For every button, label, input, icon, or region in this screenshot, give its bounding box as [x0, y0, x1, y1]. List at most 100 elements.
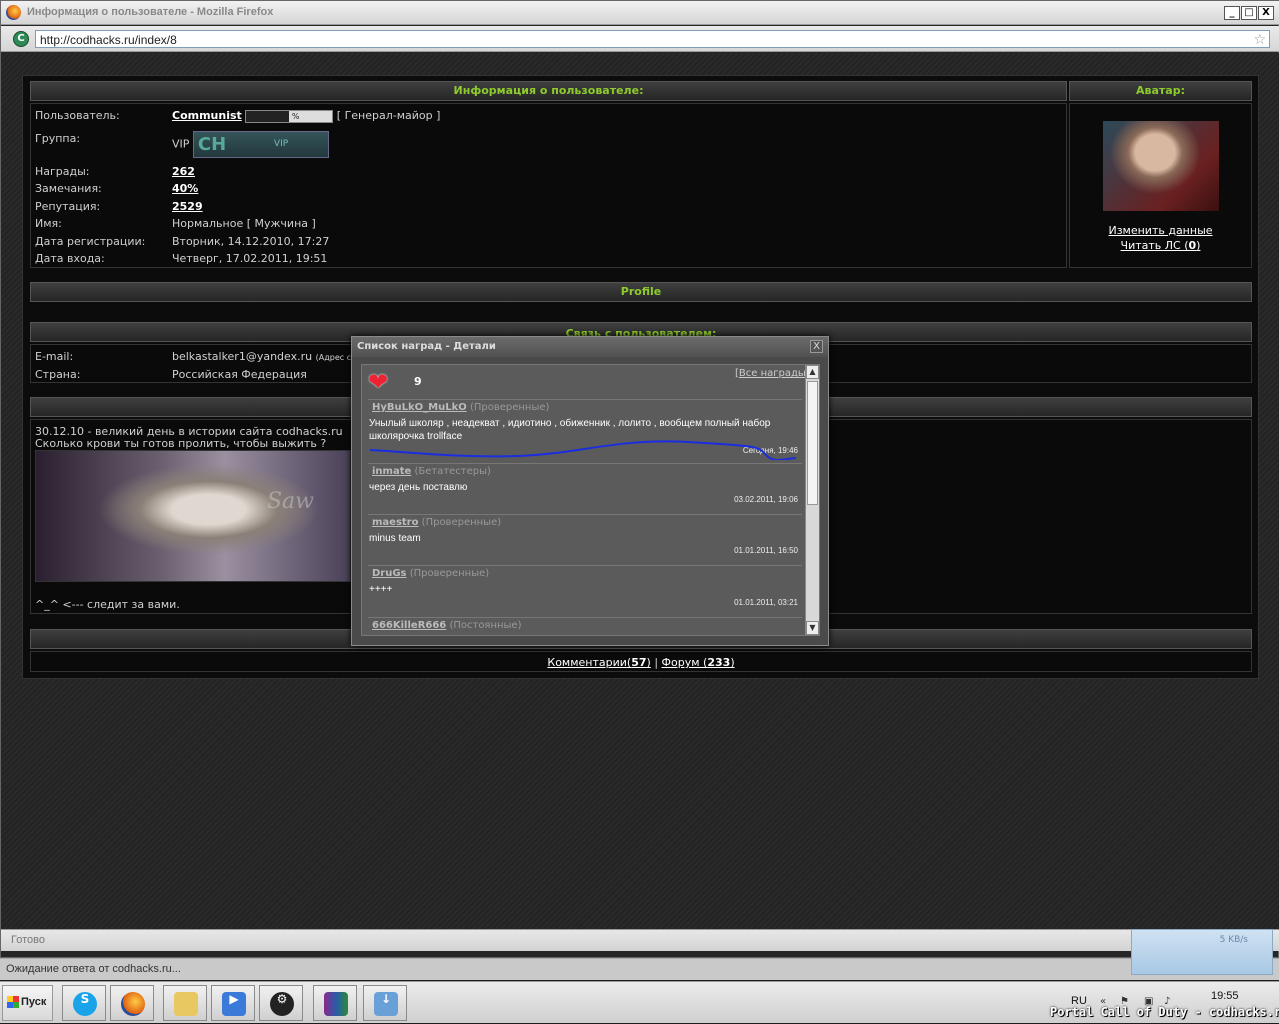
bookmark-star-icon[interactable]: ☆ — [1253, 32, 1266, 48]
download-taskbar-button[interactable]: ↓ — [363, 985, 407, 1021]
browser-window: Информация о пользователе - Mozilla Fire… — [0, 0, 1279, 958]
scroll-up-arrow-icon[interactable]: ▲ — [806, 365, 819, 379]
firefox-icon — [121, 992, 145, 1016]
email-note: (Адрес с — [315, 353, 352, 362]
awards-value: 262 — [172, 165, 195, 178]
login-date-label: Дата входа: — [35, 252, 105, 265]
address-bar: C http://codhacks.ru/index/8 ☆ — [1, 26, 1279, 52]
reputation-label: Репутация: — [35, 200, 101, 213]
vip-badge: CH VIP — [192, 131, 329, 158]
url-input[interactable]: http://codhacks.ru/index/8 — [35, 30, 1270, 48]
blue-scribble-mark — [369, 440, 797, 460]
review-user-link[interactable]: inmate — [372, 466, 411, 477]
dialog-scrollbar[interactable]: ▲ ▼ — [805, 365, 819, 635]
reg-date-label: Дата регистрации: — [35, 235, 146, 248]
download-icon: ↓ — [374, 992, 398, 1016]
email-value: belkastalker1@yandex.ru (Адрес с — [172, 350, 351, 363]
winrar-taskbar-button[interactable] — [313, 985, 357, 1021]
media-player-taskbar-button[interactable]: ▶ — [211, 985, 255, 1021]
list-item: DruGs (Проверенные) ++++ 01.01.2011, 03:… — [368, 565, 802, 615]
dialog-title: Список наград - Детали — [352, 337, 828, 357]
reputation-link[interactable]: 2529 — [172, 200, 203, 213]
user-info-header: Информация о пользователе: — [30, 81, 1067, 101]
email-label: E-mail: — [35, 350, 74, 363]
heart-icon: ❤ — [368, 368, 389, 396]
list-item: HyBuLkO_MuLkO (Проверенные) Унылый школя… — [368, 399, 802, 460]
steam-taskbar-button[interactable]: ⚙ — [259, 985, 303, 1021]
saw-banner-image: Saw — [35, 450, 351, 582]
folder-icon — [174, 992, 198, 1016]
review-text: ++++ — [369, 584, 393, 595]
edit-data-link[interactable]: Изменить данные — [1108, 224, 1212, 237]
rank-progress-bar: 10 % — [245, 109, 334, 123]
email-text: belkastalker1@yandex.ru — [172, 350, 313, 363]
review-user-link[interactable]: 666KilleR666 — [372, 620, 446, 631]
explorer-taskbar-button[interactable] — [163, 985, 207, 1021]
about-line-2: Сколько крови ты готов пролить, чтобы вы… — [35, 437, 327, 450]
status-bar: Готово — [1, 929, 1279, 951]
country-value: Российская Федерация — [172, 368, 307, 381]
review-user-link[interactable]: maestro — [372, 517, 418, 528]
firefox-taskbar-button[interactable] — [110, 985, 154, 1021]
windows-logo-icon — [7, 996, 19, 1009]
watermark: Portal Call of Duty - codhacks.ru — [1050, 1005, 1279, 1019]
network-speed: 5 KB/s — [1219, 935, 1248, 945]
about-footer: ^_^ <--- следит за вами. — [35, 598, 180, 611]
group-value: VIP CH VIP — [172, 131, 329, 158]
user-rank: [ Генерал-майор ] — [336, 109, 441, 122]
read-pm-row: Читать ЛС (0) — [1069, 239, 1252, 252]
dialog-close-button[interactable]: X — [810, 340, 823, 353]
review-author: inmate (Бетатестеры) — [372, 466, 491, 477]
review-user-link[interactable]: DruGs — [372, 568, 407, 579]
title-bar: Информация о пользователе - Mozilla Fire… — [1, 1, 1279, 25]
footer-separator: | — [654, 656, 659, 669]
country-label: Страна: — [35, 368, 81, 381]
close-button[interactable]: X — [1258, 6, 1274, 20]
review-author: 666KilleR666 (Постоянные) — [372, 620, 522, 631]
steam-icon: ⚙ — [270, 992, 294, 1016]
scroll-thumb[interactable] — [807, 381, 818, 505]
review-text: через день поставлю — [369, 482, 468, 493]
review-date: 01.01.2011, 16:50 — [734, 546, 798, 555]
maximize-button[interactable]: □ — [1241, 6, 1257, 20]
read-pm-link[interactable]: Читать ЛС (0) — [1121, 239, 1201, 252]
warnings-label: Замечания: — [35, 182, 102, 195]
warnings-link[interactable]: 40% — [172, 182, 198, 195]
clock[interactable]: 19:55 — [1211, 990, 1239, 1002]
user-label: Пользователь: — [35, 109, 120, 122]
firefox-icon — [6, 5, 21, 20]
skype-taskbar-button[interactable]: S — [62, 985, 106, 1021]
login-date-value: Четверг, 17.02.2011, 19:51 — [172, 252, 328, 265]
list-item: 666KilleR666 (Постоянные) — [368, 617, 802, 635]
comments-link[interactable]: Комментарии(57) — [547, 656, 650, 669]
scroll-down-arrow-icon[interactable]: ▼ — [806, 621, 819, 635]
awards-count: 9 — [414, 375, 422, 388]
review-date: 01.01.2011, 03:21 — [734, 598, 798, 607]
awards-link[interactable]: 262 — [172, 165, 195, 178]
site-favicon-icon: C — [13, 31, 29, 47]
awards-label: Награды: — [35, 165, 90, 178]
username-link[interactable]: Communist — [172, 109, 242, 122]
network-widget: 5 KB/s — [1131, 929, 1273, 975]
forum-link[interactable]: Форум (233) — [662, 656, 735, 669]
edit-data-row: Изменить данные — [1069, 224, 1252, 237]
saw-banner-text: Saw — [266, 489, 314, 514]
all-awards-link[interactable]: [Все награды] — [735, 368, 810, 379]
reg-date-value: Вторник, 14.12.2010, 17:27 — [172, 235, 330, 248]
name-label: Имя: — [35, 217, 62, 230]
start-button[interactable]: Пуск — [2, 985, 53, 1021]
window-title: Информация о пользователе - Mozilla Fire… — [27, 6, 274, 18]
media-player-icon: ▶ — [222, 992, 246, 1016]
awards-dialog: Список наград - Детали X ❤ 9 [Все наград… — [351, 336, 829, 646]
group-name: VIP — [172, 137, 190, 151]
loading-status: Ожидание ответа от codhacks.ru... — [0, 958, 1279, 980]
review-author: maestro (Проверенные) — [372, 517, 502, 528]
group-label: Группа: — [35, 132, 81, 145]
winrar-icon — [324, 992, 348, 1016]
list-item: inmate (Бетатестеры) через день поставлю… — [368, 463, 802, 513]
review-text: minus team — [369, 533, 421, 544]
minimize-button[interactable]: _ — [1224, 6, 1240, 20]
warnings-value: 40% — [172, 182, 198, 195]
skype-icon: S — [73, 992, 97, 1016]
list-item: maestro (Проверенные) minus team 01.01.2… — [368, 514, 802, 564]
